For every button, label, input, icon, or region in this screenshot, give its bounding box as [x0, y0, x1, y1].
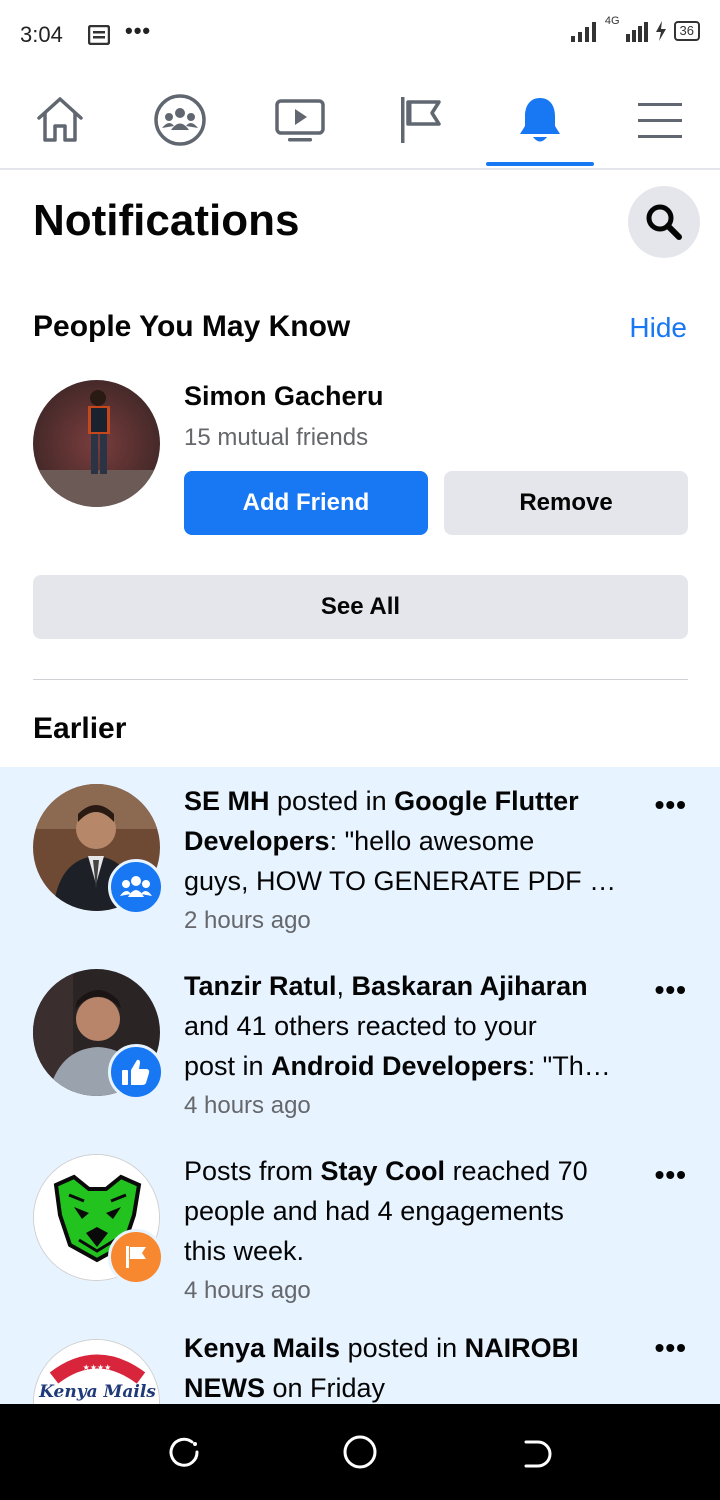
notification-text: Tanzir Ratul, Baskaran Ajiharan and 41 o…	[184, 966, 634, 1126]
battery-level: 36	[673, 21, 700, 41]
status-time: 3:04	[20, 22, 63, 47]
notification-list: SE MH posted in Google Flutter Developer…	[0, 767, 720, 1404]
see-all-button[interactable]: See All	[33, 575, 688, 639]
notification-text: Posts from Stay Cool reached 70 people a…	[184, 1151, 634, 1311]
home-button[interactable]	[342, 1434, 378, 1470]
search-button[interactable]	[628, 186, 700, 258]
tab-watch[interactable]	[245, 72, 355, 168]
pymk-person-name[interactable]: Simon Gacheru	[184, 381, 384, 412]
signal-icon	[570, 22, 596, 42]
home-circle-icon	[343, 1435, 377, 1469]
notification-item[interactable]: SE MH posted in Google Flutter Developer…	[0, 767, 720, 952]
back-button[interactable]	[518, 1434, 554, 1470]
tab-home[interactable]	[5, 72, 115, 168]
notification-item[interactable]: ★★★★ Kenya Mails Kenya Mails posted in N…	[0, 1322, 720, 1404]
notification-item[interactable]: Posts from Stay Cool reached 70 people a…	[0, 1137, 720, 1322]
signal-icon-2	[625, 22, 648, 42]
flag-icon	[126, 1246, 146, 1268]
like-badge	[108, 1044, 164, 1100]
hamburger-menu-icon	[638, 103, 682, 138]
pymk-avatar[interactable]	[33, 380, 160, 507]
pymk-section-title: People You May Know	[33, 310, 351, 343]
recents-icon	[169, 1437, 199, 1467]
bell-icon	[520, 98, 560, 142]
notification-text: SE MH posted in Google Flutter Developer…	[184, 781, 634, 941]
page-badge	[108, 1229, 164, 1285]
tab-notifications[interactable]	[485, 72, 595, 168]
flag-icon	[401, 97, 441, 143]
tab-menu[interactable]	[605, 72, 715, 168]
groups-badge	[108, 859, 164, 915]
more-options-button[interactable]: •••	[655, 1159, 687, 1191]
pymk-mutual-friends: 15 mutual friends	[184, 424, 369, 451]
notification-item[interactable]: Tanzir Ratul, Baskaran Ajiharan and 41 o…	[0, 952, 720, 1137]
search-icon	[646, 204, 682, 240]
back-icon	[524, 1440, 552, 1468]
notification-text: Kenya Mails posted in NAIROBI NEWS on Fr…	[184, 1333, 579, 1403]
groups-icon	[120, 876, 152, 897]
avatar-logo-text: Kenya Mails	[39, 1382, 156, 1402]
status-more-dots: •••	[125, 18, 152, 43]
like-icon	[122, 1059, 150, 1085]
add-friend-button[interactable]: Add Friend	[184, 471, 428, 535]
hide-pymk-link[interactable]: Hide	[629, 312, 687, 344]
more-options-button[interactable]: •••	[655, 974, 687, 1006]
recents-button[interactable]	[166, 1434, 202, 1470]
remove-button[interactable]: Remove	[444, 471, 688, 535]
top-nav	[0, 72, 720, 170]
home-icon	[37, 97, 83, 142]
page-title: Notifications	[33, 196, 300, 245]
active-tab-indicator	[486, 162, 594, 166]
status-right-cluster: 4G 36	[570, 15, 700, 42]
more-options-button[interactable]: •••	[655, 1332, 687, 1364]
video-play-icon	[275, 99, 325, 142]
tab-groups[interactable]	[125, 72, 235, 168]
notification-time: 4 hours ago	[184, 1277, 311, 1304]
network-type: 4G	[604, 15, 620, 27]
notification-time: 2 hours ago	[184, 907, 311, 934]
status-bar: 3:04 ••• 4G 36	[0, 0, 720, 72]
svg-text:★★★★: ★★★★	[83, 1363, 112, 1372]
more-options-button[interactable]: •••	[655, 789, 687, 821]
message-icon	[87, 24, 111, 50]
groups-icon	[154, 94, 206, 146]
tab-pages[interactable]	[366, 72, 476, 168]
section-divider	[33, 679, 688, 680]
earlier-section-title: Earlier	[33, 712, 127, 745]
charging-icon	[655, 21, 666, 41]
notification-time: 4 hours ago	[184, 1092, 311, 1119]
notification-avatar: ★★★★ Kenya Mails	[33, 1339, 160, 1404]
system-nav-bar	[0, 1404, 720, 1500]
